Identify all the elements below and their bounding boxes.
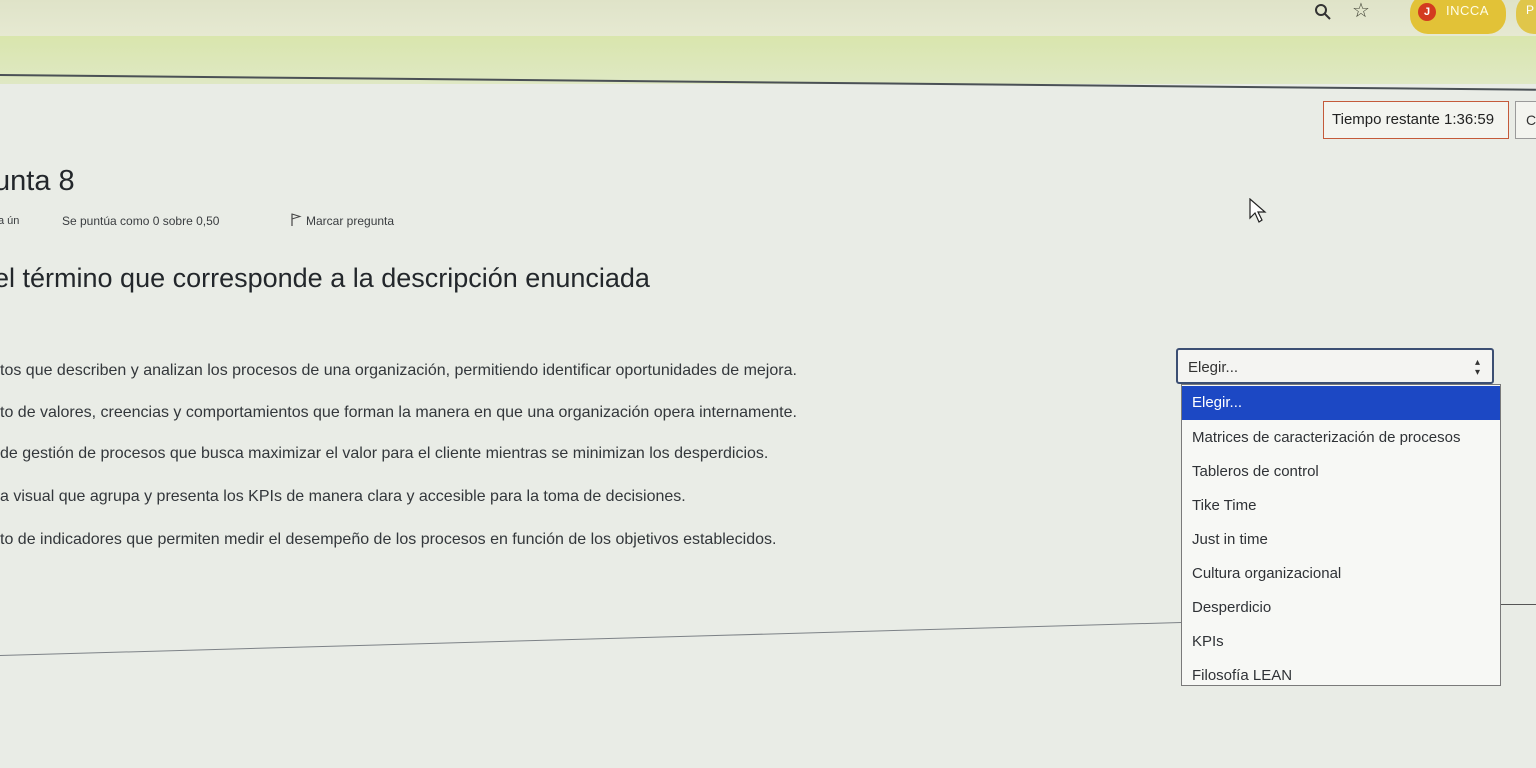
avatar: J	[1418, 3, 1436, 21]
option-label: Cultura organizacional	[1192, 565, 1342, 582]
option-label: KPIs	[1192, 633, 1224, 650]
search-icon[interactable]	[1314, 3, 1332, 21]
dropdown-option-tableros[interactable]: Tableros de control	[1182, 455, 1500, 489]
question-prompt: el término que corresponde a la descripc…	[0, 263, 650, 293]
profile-name: INCCA	[1446, 3, 1489, 18]
flag-question-link[interactable]: Marcar pregunta	[306, 214, 394, 228]
question-title: unta 8	[0, 165, 75, 197]
mouse-cursor-icon	[1249, 198, 1267, 223]
option-label: Tike Time	[1192, 497, 1257, 514]
question-status: a ún	[0, 215, 20, 227]
match-item: to de indicadores que permiten medir el …	[0, 531, 777, 548]
dropdown-option-filosofia-lean[interactable]: Filosofía LEAN	[1182, 659, 1500, 693]
dropdown-option-just-in-time[interactable]: Just in time	[1182, 523, 1500, 557]
select-value: Elegir...	[1188, 359, 1239, 376]
option-label: Just in time	[1192, 531, 1268, 548]
option-label: Desperdicio	[1192, 599, 1272, 616]
dropdown-option-elegir[interactable]: Elegir...	[1182, 386, 1500, 420]
answer-dropdown-list: Elegir... Matrices de caracterización de…	[1181, 384, 1501, 686]
time-remaining: Tiempo restante 1:36:59	[1323, 101, 1509, 139]
dropdown-option-cultura[interactable]: Cultura organizacional	[1182, 557, 1500, 591]
extension-label: P	[1526, 3, 1535, 17]
match-item: tos que describen y analizan los proceso…	[0, 362, 797, 379]
option-label: Tableros de control	[1192, 463, 1319, 480]
question-score: Se puntúa como 0 sobre 0,50	[62, 214, 220, 228]
bookmark-star-icon[interactable]: ☆	[1352, 0, 1370, 22]
option-label: Elegir...	[1192, 394, 1243, 411]
answer-select[interactable]: Elegir... ▴ ▾	[1176, 348, 1494, 384]
content-divider	[0, 621, 1190, 656]
select-caret-icon: ▴ ▾	[1474, 357, 1480, 378]
content-divider-right	[1498, 604, 1536, 605]
dropdown-option-matrices[interactable]: Matrices de caracterización de procesos	[1182, 421, 1500, 455]
timer-hide-button[interactable]: C	[1515, 101, 1536, 139]
timer-hide-label: C	[1526, 112, 1536, 128]
option-label: Filosofía LEAN	[1192, 667, 1293, 684]
match-item: a visual que agrupa y presenta los KPIs …	[0, 488, 686, 505]
match-item: to de valores, creencias y comportamient…	[0, 404, 797, 421]
browser-toolbar: ☆	[0, 0, 1536, 36]
dropdown-option-tike-time[interactable]: Tike Time	[1182, 489, 1500, 523]
dropdown-option-desperdicio[interactable]: Desperdicio	[1182, 591, 1500, 625]
dropdown-option-kpis[interactable]: KPIs	[1182, 625, 1500, 659]
option-label: Matrices de caracterización de procesos	[1192, 429, 1461, 446]
match-item: de gestión de procesos que busca maximiz…	[0, 445, 769, 462]
flag-icon[interactable]	[290, 213, 302, 227]
